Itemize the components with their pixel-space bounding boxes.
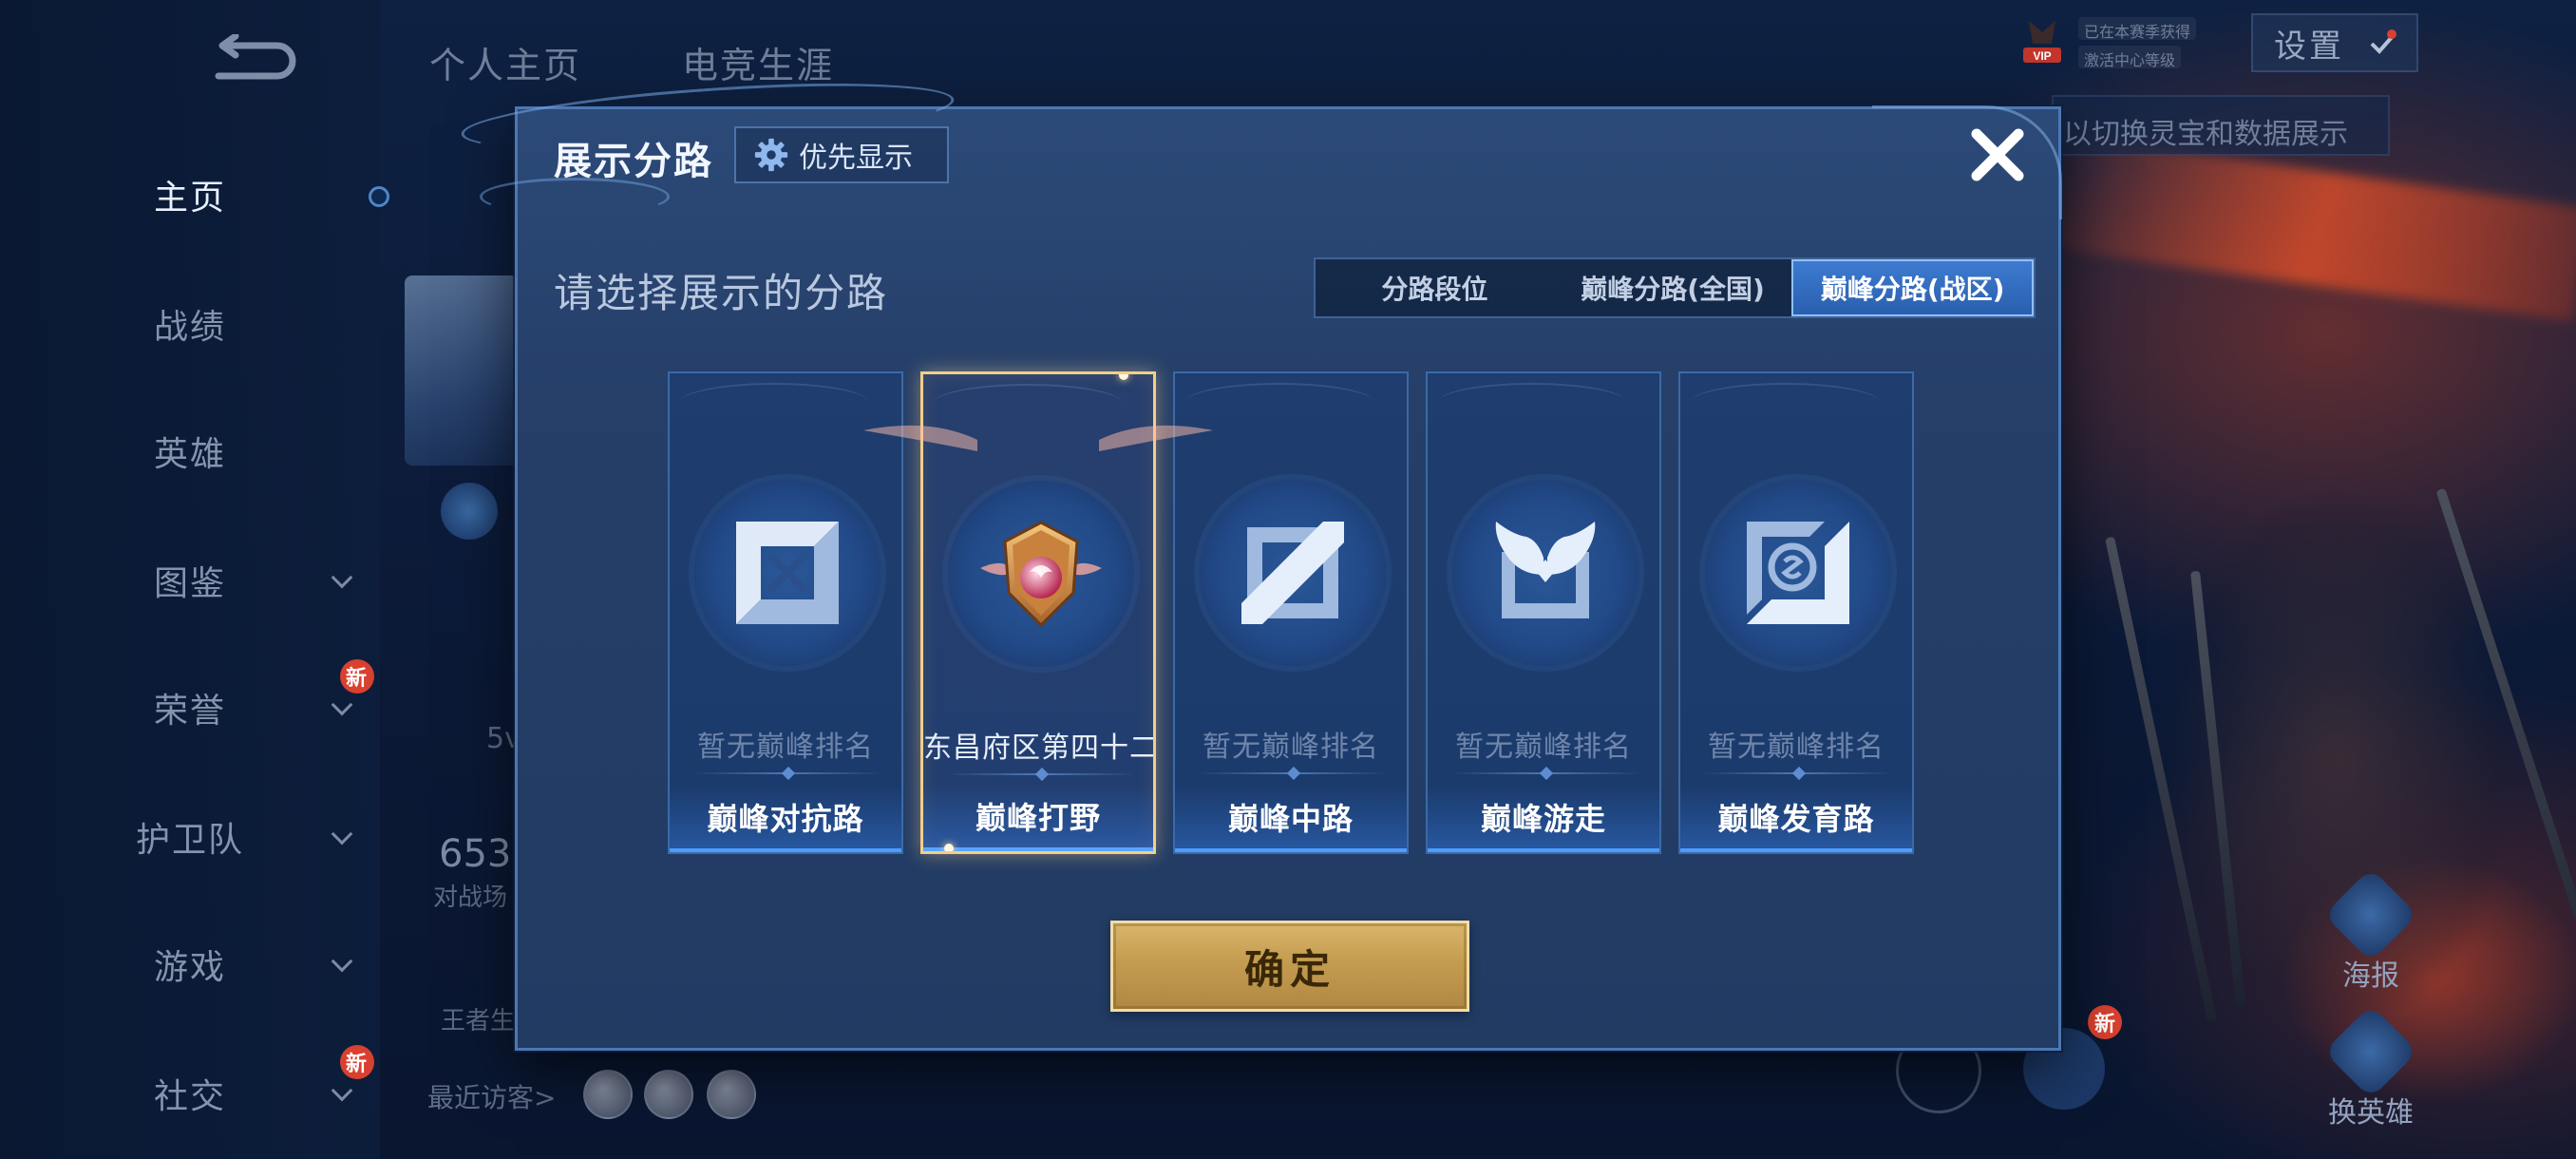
lane-card-farm[interactable]: 暂无巅峰排名 巅峰发育路 [1678, 371, 1914, 854]
visitor-avatar[interactable] [583, 1070, 633, 1119]
divider-dot [1539, 766, 1554, 781]
tab-esports-career[interactable]: 电竞生涯 [682, 36, 834, 88]
selection-sparkle [944, 844, 954, 851]
tab-peak-lane-national[interactable]: 巅峰分路(全国) [1554, 259, 1792, 316]
lane-rank-text: 暂无巅峰排名 [697, 731, 874, 764]
chevron-down-icon [331, 823, 353, 846]
visitor-avatar[interactable] [644, 1070, 693, 1119]
vip-line-2: 激活中心等级 [2078, 46, 2182, 69]
sidebar-item-6[interactable]: 游戏 [0, 922, 380, 1007]
lane-name: 巅峰发育路 [1680, 786, 1912, 852]
confirm-button[interactable]: 确定 [1110, 921, 1469, 1012]
sidebar-item-label: 图鉴 [153, 564, 226, 603]
hint-banner: 以切换灵宝和数据展示 [2052, 95, 2390, 156]
lane-rank-text: 东昌府区第四十二 [923, 732, 1156, 765]
chevron-down-icon [331, 694, 353, 716]
new-badge: 新 [2088, 1005, 2122, 1039]
sidebar-item-label: 游戏 [153, 948, 226, 987]
lane-name: 巅峰对抗路 [670, 786, 901, 852]
active-indicator [369, 186, 389, 207]
switch-hero-icon [2323, 1004, 2418, 1099]
mid-lane-icon [1241, 522, 1344, 624]
divider-dot [1791, 766, 1807, 781]
vip-crown-icon: VIP [2023, 21, 2061, 63]
jungle-emblem-icon [980, 521, 1102, 628]
checkmark-icon [2370, 29, 2396, 54]
visitor-avatar[interactable] [707, 1070, 756, 1119]
farm-lane-icon [1747, 522, 1849, 624]
lane-rank-text: 暂无巅峰排名 [1455, 731, 1632, 764]
sidebar-item-label: 荣誉 [153, 692, 226, 731]
tab-lane-rank[interactable]: 分路段位 [1316, 259, 1554, 316]
lane-display-dialog: 展示分路 优先显示 请选择展示的分路 分路段位 巅峰分路(全国) 巅峰分路(战区… [459, 70, 2062, 1051]
close-icon[interactable] [1965, 123, 2030, 187]
sidebar-item-0[interactable]: 主页 [0, 152, 380, 238]
profile-badge-icon [441, 483, 498, 540]
king-career-caption: 王者生 [441, 1007, 516, 1036]
sidebar-item-1[interactable]: 战绩 [0, 281, 380, 367]
switch-hero-label: 换英雄 [2328, 1096, 2414, 1130]
gear-icon [754, 138, 788, 172]
lane-name: 巅峰打野 [923, 785, 1153, 851]
switch-hero-button[interactable]: 换英雄 [2314, 1004, 2428, 1130]
vip-status[interactable]: VIP 已在本赛季获得 激活中心等级 [2019, 11, 2219, 72]
new-badge: 新 [340, 659, 374, 694]
settings-button[interactable]: 设置 [2251, 13, 2418, 72]
sidebar-item-label: 护卫队 [135, 821, 244, 860]
wing-glow-left [863, 425, 977, 451]
sidebar-item-3[interactable]: 图鉴 [0, 538, 380, 623]
roam-wings-icon [1495, 522, 1596, 618]
new-badge: 新 [340, 1045, 374, 1079]
vip-label: VIP [2033, 49, 2051, 63]
hero-portrait [405, 276, 519, 466]
sidebar-item-7[interactable]: 社交 新 [0, 1045, 380, 1136]
sidebar: 主页 战绩 英雄 图鉴 荣誉新护卫队 游戏 社交新 [0, 0, 380, 1159]
sidebar-item-label: 主页 [153, 179, 226, 218]
tab-personal-home[interactable]: 个人主页 [429, 36, 581, 88]
lane-name: 巅峰中路 [1175, 786, 1407, 852]
vip-line-1: 已在本赛季获得 [2078, 17, 2197, 41]
divider-dot [781, 766, 796, 781]
lane-card-roam[interactable]: 暂无巅峰排名 巅峰游走 [1426, 371, 1661, 854]
divider-dot [1286, 766, 1301, 781]
match-count-caption: 对战场 [433, 884, 508, 912]
poster-button[interactable]: 海报 [2314, 867, 2428, 994]
sidebar-item-label: 英雄 [153, 435, 226, 474]
sidebar-item-label: 社交 [153, 1077, 226, 1116]
priority-display-button[interactable]: 优先显示 [734, 126, 949, 183]
tab-peak-lane-region[interactable]: 巅峰分路(战区) [1791, 259, 2035, 316]
priority-display-label: 优先显示 [799, 142, 913, 175]
poster-label: 海报 [2342, 960, 2399, 993]
selection-sparkle [1119, 374, 1128, 380]
select-lane-heading: 请选择展示的分路 [554, 270, 889, 316]
lane-name: 巅峰游走 [1428, 786, 1659, 852]
wing-glow-right [1099, 425, 1213, 451]
match-count: 653 [439, 832, 512, 876]
dialog-title: 展示分路 [554, 140, 713, 183]
sidebar-item-5[interactable]: 护卫队 [0, 794, 380, 880]
poster-icon [2323, 867, 2418, 962]
back-arrow-icon[interactable] [199, 34, 304, 91]
chevron-down-icon [331, 1079, 353, 1102]
sidebar-item-2[interactable]: 英雄 [0, 408, 380, 494]
sidebar-item-label: 战绩 [153, 308, 226, 347]
sidebar-item-4[interactable]: 荣誉 新 [0, 659, 380, 750]
divider-dot [1034, 767, 1050, 782]
chevron-down-icon [331, 566, 353, 589]
clash-lane-icon [736, 522, 839, 624]
lane-rank-text: 暂无巅峰排名 [1708, 731, 1885, 764]
lane-type-tabs: 分路段位 巅峰分路(全国) 巅峰分路(战区) [1314, 257, 2036, 318]
chevron-down-icon [331, 950, 353, 973]
recent-visitors-link[interactable]: 最近访客> [427, 1077, 556, 1115]
settings-label: 设置 [2274, 27, 2344, 66]
lane-rank-text: 暂无巅峰排名 [1203, 731, 1379, 764]
